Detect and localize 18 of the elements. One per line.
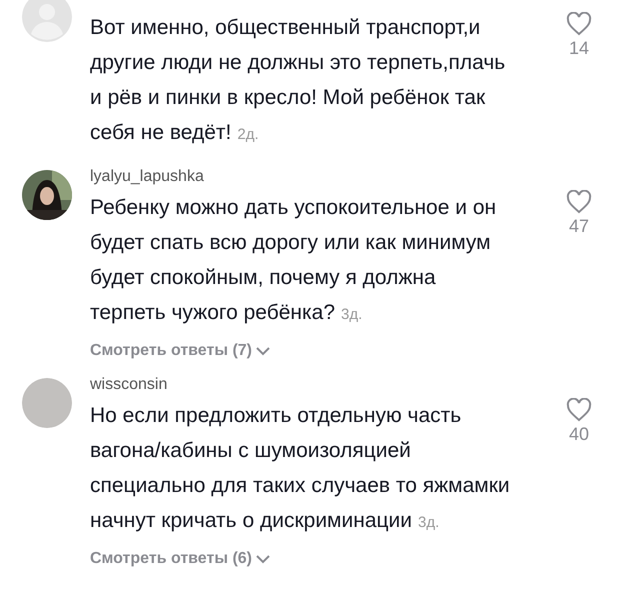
- heart-icon[interactable]: [566, 190, 592, 214]
- heart-icon[interactable]: [566, 398, 592, 422]
- comment-text: Вот именно, общественный транспорт,и другие люди не должны это терпеть,плачь и рёв и пинки в кресло! Мой ребёнок так себя не ведёт! 2д.: [90, 15, 506, 146]
- like-count: 40: [568, 424, 590, 445]
- chevron-down-icon: [256, 554, 270, 564]
- chevron-down-icon: [256, 346, 270, 356]
- comment-time: 2д.: [237, 126, 259, 143]
- comment-time: 3д.: [418, 514, 440, 531]
- avatar-icon: [22, 378, 72, 428]
- username[interactable]: wissconsin: [90, 374, 510, 396]
- comment-text: Но если предложить отдельную часть вагона/кабины с шумоизоляцией специально для таких случаев то яжмамки начнут кричать о дискриминации 3д.: [90, 403, 510, 534]
- like-count: 14: [568, 38, 590, 59]
- heart-icon[interactable]: [566, 12, 592, 36]
- comment-text: Ребенку можно дать успокоительное и он будет спать всю дорогу или как минимум будет спокойным, почему я должна терпеть чужого ребёнка? 3д.: [90, 195, 498, 326]
- like-count: 47: [568, 216, 590, 237]
- comment-time: 3д.: [341, 306, 362, 323]
- avatar-icon: [22, 0, 72, 42]
- username[interactable]: lyalyu_lapushka: [90, 166, 510, 188]
